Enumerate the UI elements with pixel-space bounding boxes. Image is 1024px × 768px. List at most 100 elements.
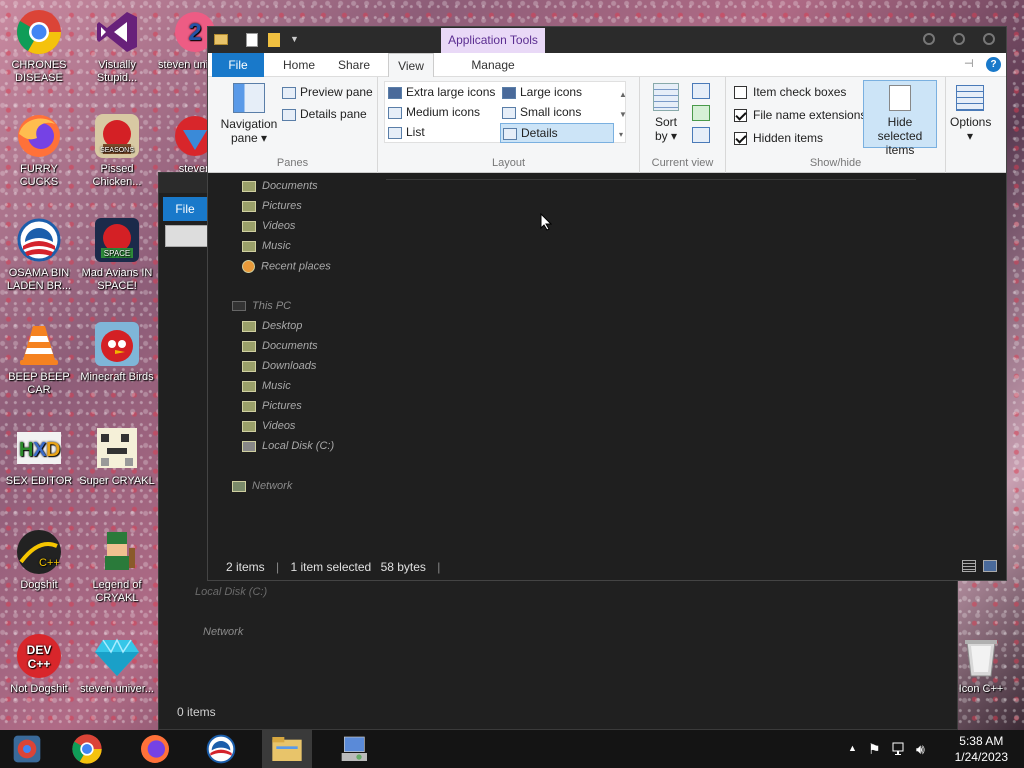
close-button[interactable] (983, 33, 995, 45)
maximize-button[interactable] (953, 33, 965, 45)
desktop-icon[interactable]: steven univer... (78, 632, 156, 696)
tree-item-pc-music[interactable]: Music (242, 380, 291, 392)
background-file-tab[interactable]: File (163, 197, 207, 221)
options-button[interactable]: Options ▾ (950, 85, 991, 143)
tree-item-documents[interactable]: Documents (242, 180, 318, 192)
item-check-boxes-checkbox[interactable] (734, 86, 747, 100)
svg-text:H: H (19, 439, 33, 461)
desktop-icon[interactable]: C++ Dogshit (0, 528, 78, 592)
taskbar-app-chrome[interactable] (62, 730, 112, 768)
large-icons-view-toggle-icon[interactable] (983, 560, 997, 572)
desktop-icon[interactable]: Super CRYAKL (78, 424, 156, 488)
vlc-cone-icon (15, 320, 63, 368)
tab-manage[interactable]: Manage (458, 53, 528, 77)
tree-item-recent-places[interactable]: Recent places (242, 260, 331, 273)
title-bar[interactable]: ▼ (208, 27, 1006, 53)
file-name-extensions-checkbox[interactable] (734, 109, 747, 123)
add-columns-icon[interactable] (692, 105, 710, 121)
tree-item-this-pc[interactable]: This PC (232, 300, 291, 312)
show-hidden-icons-chevron[interactable]: ▲ (848, 743, 857, 753)
sort-by-button[interactable]: Sort by ▾ (648, 83, 684, 143)
desktop-icon-label: Minecraft Birds (80, 371, 154, 383)
diamond-icon (93, 632, 141, 680)
desktop-icon[interactable]: Minecraft Birds (78, 320, 156, 384)
layout-extra-large-icons[interactable]: Extra large icons (388, 85, 495, 99)
tree-item-local-disk[interactable]: Local Disk (C:) (242, 440, 334, 452)
properties-icon[interactable] (246, 33, 258, 47)
taskbar-app-obama[interactable] (196, 730, 246, 768)
hidden-items-checkbox[interactable] (734, 132, 747, 146)
tree-item-label: Pictures (262, 400, 302, 412)
tab-home[interactable]: Home (274, 53, 324, 77)
tree-item-videos[interactable]: Videos (242, 220, 295, 232)
pin-ribbon-icon[interactable]: ⊣ (964, 57, 974, 70)
background-nav-buttons[interactable] (165, 225, 209, 247)
file-name-extensions-toggle[interactable]: File name extensions (734, 108, 866, 123)
tab-file[interactable]: File (212, 53, 264, 77)
desktop-icon[interactable]: BEEP BEEP CAR (0, 320, 78, 397)
tree-item-music[interactable]: Music (242, 240, 291, 252)
desktop-icon[interactable]: SEASONS Pissed Chicken... (78, 112, 156, 189)
tree-item-downloads[interactable]: Downloads (242, 360, 316, 372)
panes-group: Navigation pane ▾ Preview pane Details p… (208, 77, 378, 173)
current-view-group: Sort by ▾ Current view (640, 77, 726, 173)
tab-view[interactable]: View (388, 53, 434, 77)
layout-medium-icons[interactable]: Medium icons (388, 105, 480, 119)
layout-medium-icons-label: Medium icons (406, 105, 481, 119)
hidden-items-toggle[interactable]: Hidden items (734, 131, 823, 146)
preview-pane-button[interactable]: Preview pane (282, 85, 373, 99)
status-selected-size: 58 bytes (380, 560, 426, 574)
show-hide-group-label: Show/hide (809, 157, 862, 169)
tree-item-pc-documents[interactable]: Documents (242, 340, 318, 352)
desktop-icon[interactable]: DEV C++ Not Dogshit (0, 632, 78, 696)
desktop-icon[interactable]: SPACE Mad Avians IN SPACE! (78, 216, 156, 293)
tree-item-pictures[interactable]: Pictures (242, 200, 302, 212)
taskbar-app-installer[interactable] (330, 730, 380, 768)
desktop-icon[interactable]: OSAMA BIN LADEN BR... (0, 216, 78, 293)
desktop-icon-label: Pissed Chicken... (92, 163, 142, 188)
size-columns-icon[interactable] (692, 127, 710, 143)
help-icon[interactable]: ? (986, 57, 1001, 72)
hide-selected-items-button[interactable]: Hide selected items (863, 80, 937, 157)
layout-details[interactable]: Details (500, 123, 614, 143)
volume-icon[interactable]: 🔊︎ (916, 741, 925, 758)
desktop-icon[interactable]: CHRONES DISEASE (0, 8, 78, 85)
folder-icon (214, 34, 228, 45)
background-tree-local-disk[interactable]: Local Disk (C:) (195, 586, 267, 598)
tab-share[interactable]: Share (328, 53, 380, 77)
layout-large-icons[interactable]: Large icons (502, 85, 582, 99)
large-icons-icon (502, 86, 516, 99)
taskbar-app-firefox[interactable] (130, 730, 180, 768)
tree-item-pc-pictures[interactable]: Pictures (242, 400, 302, 412)
tree-item-network[interactable]: Network (232, 480, 292, 492)
details-pane-button[interactable]: Details pane (282, 107, 367, 121)
desktop-icon-label: OSAMA BIN LADEN BR... (6, 267, 72, 292)
network-tray-icon[interactable] (892, 741, 908, 757)
background-tree-network[interactable]: Network (203, 626, 243, 638)
angry-birds-seasons-icon: SEASONS (93, 112, 141, 160)
taskbar-app-file-explorer[interactable] (262, 730, 312, 768)
quick-access-dropdown-icon[interactable]: ▼ (290, 34, 299, 44)
tree-item-pc-videos[interactable]: Videos (242, 420, 295, 432)
layout-small-icons[interactable]: Small icons (502, 105, 581, 119)
desktop-icon[interactable]: HXD SEX EDITOR (0, 424, 78, 488)
new-folder-icon[interactable] (268, 33, 280, 47)
desktop-icon-label: Not Dogshit (10, 683, 68, 695)
layout-gallery-scroll[interactable]: ▲ ▼ ▾ (619, 85, 627, 145)
explorer-window[interactable]: ▼ Application Tools File Home Share View… (207, 26, 1007, 581)
details-view-toggle-icon[interactable] (962, 560, 976, 572)
action-center-flag-icon[interactable]: ⚑ (868, 741, 881, 758)
desktop-icon[interactable]: Legend of CRYAKL (78, 528, 156, 605)
item-check-boxes-toggle[interactable]: Item check boxes (734, 85, 846, 100)
minimize-button[interactable] (923, 33, 935, 45)
layout-list[interactable]: List (388, 125, 425, 139)
desktop-icon[interactable]: FURRY CUCKS (0, 112, 78, 189)
clock[interactable]: 5:38 AM 1/24/2023 (955, 733, 1008, 765)
tree-item-desktop[interactable]: Desktop (242, 320, 302, 332)
desktop-icon-label: steven univer... (80, 683, 154, 695)
group-by-icon[interactable] (692, 83, 710, 99)
desktop-icon[interactable]: Visually Stupid... (78, 8, 156, 85)
current-view-group-label: Current view (651, 157, 714, 169)
taskbar-app-start[interactable] (2, 730, 52, 768)
navigation-pane-button[interactable]: Navigation pane ▾ (216, 83, 282, 145)
